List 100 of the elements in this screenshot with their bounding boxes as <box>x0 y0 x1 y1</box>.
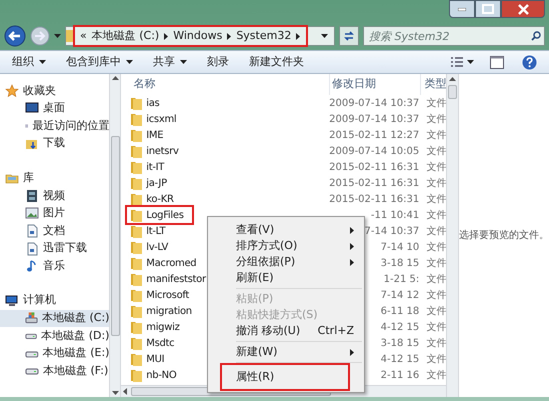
dropdown-icon <box>39 60 46 64</box>
navigation-item[interactable]: 音乐 <box>0 257 110 275</box>
chevron-icon[interactable] <box>227 32 232 40</box>
help-icon[interactable] <box>522 54 537 70</box>
menu-item[interactable]: 查看(V) <box>210 222 362 238</box>
minimize-button[interactable] <box>449 0 475 18</box>
close-button[interactable] <box>501 0 545 18</box>
file-type: 文件 <box>425 128 446 142</box>
file-item[interactable]: MUI <box>127 351 172 367</box>
breadcrumb[interactable]: 本地磁盘 (C:) <box>92 28 160 44</box>
menu-item[interactable]: 撤消 移动(U) Ctrl+Z <box>210 323 362 339</box>
menu-item[interactable]: 分组依据(P) <box>210 254 362 270</box>
file-type: 文件 <box>425 224 446 238</box>
navigation-item[interactable]: 桌面 <box>0 100 110 118</box>
navigation-item[interactable]: 本地磁盘 (D:) <box>0 327 110 345</box>
file-item[interactable]: inetsrv <box>127 143 187 159</box>
file-item[interactable]: migration <box>127 303 200 319</box>
overflow-chevron[interactable]: « <box>80 28 87 44</box>
file-item[interactable]: IME <box>127 127 172 143</box>
toolbar-button[interactable]: 共享 <box>153 54 187 70</box>
modified-date: 2009-07-14 10:37 <box>329 112 420 126</box>
file-item[interactable]: ko-KR <box>127 191 182 207</box>
toolbar-button[interactable]: 新建文件夹 <box>249 54 304 70</box>
file-item[interactable]: LogFiles <box>127 207 192 223</box>
submenu-arrow-icon <box>350 226 354 234</box>
folder-icon <box>131 160 142 174</box>
system-drive-icon <box>25 311 38 326</box>
modified-date: 1-21 5: <box>384 272 420 286</box>
navigation-item[interactable]: 最近访问的位置 <box>0 117 110 135</box>
navigation-item[interactable]: 本地磁盘 (C:) <box>0 310 110 328</box>
menu-item[interactable]: 属性(R) <box>222 365 348 389</box>
scroll-down-icon[interactable] <box>112 391 119 395</box>
search-icon[interactable] <box>531 31 541 41</box>
breadcrumb[interactable]: System32 <box>236 28 292 44</box>
navigation-item[interactable]: 收藏夹 <box>0 82 110 100</box>
toolbar-button[interactable]: 包含到库中 <box>66 54 133 70</box>
file-item[interactable]: lt-LT <box>127 223 174 239</box>
navigation-item[interactable]: 本地磁盘 (E:) <box>0 344 110 362</box>
refresh-button[interactable] <box>339 26 359 46</box>
column-header[interactable]: 名称 <box>121 74 330 95</box>
back-icon[interactable] <box>4 25 26 47</box>
file-item[interactable]: it-IT <box>127 159 172 175</box>
column-header[interactable]: 修改日期 <box>329 74 420 95</box>
chevron-icon[interactable] <box>296 32 300 40</box>
file-item[interactable]: ias <box>127 95 168 111</box>
folder-icon <box>131 256 142 270</box>
dropdown-icon[interactable] <box>321 34 328 38</box>
preview-pane-icon[interactable] <box>490 56 504 68</box>
folder-icon <box>131 304 142 318</box>
folder-icon <box>131 336 142 350</box>
file-item[interactable]: Msdtc <box>127 335 182 351</box>
scroll-up-icon[interactable] <box>112 76 119 80</box>
address-bar[interactable]: « 本地磁盘 (C:) Windows System32 <box>65 26 335 46</box>
folder-icon <box>131 288 142 302</box>
search-field[interactable]: 搜索 System32 <box>363 26 545 46</box>
navigation-item[interactable]: 计算机 <box>0 292 110 310</box>
menu-item[interactable]: 新建(W) <box>210 344 362 360</box>
file-item[interactable]: ja-JP <box>127 175 175 191</box>
submenu-arrow-icon <box>350 258 354 266</box>
folder-icon <box>131 192 142 206</box>
navigation-item[interactable]: 本地磁盘 (F:) <box>0 362 110 380</box>
file-item[interactable]: migwiz <box>127 319 188 335</box>
navigation-item[interactable]: 库 <box>0 169 110 187</box>
document-icon <box>25 242 39 256</box>
file-type: 文件 <box>425 144 446 158</box>
preview-message: 选择要预览的文件。 <box>459 228 549 243</box>
navigation-item[interactable]: 下载 <box>0 134 110 152</box>
navigation-item[interactable]: 迅雷下载 <box>0 240 110 258</box>
file-item[interactable]: nb-NO <box>127 367 184 383</box>
file-type: 文件 <box>425 256 446 270</box>
navigation-item[interactable]: 视频 <box>0 186 110 205</box>
submenu-arrow-icon <box>350 242 354 250</box>
folder-icon <box>131 128 142 142</box>
scroll-thumb[interactable] <box>110 136 120 336</box>
file-item[interactable]: lv-LV <box>127 239 176 255</box>
minimize-icon <box>458 8 466 10</box>
toolbar-button[interactable]: 刻录 <box>207 54 229 70</box>
modified-date: 2015-02-11 16:31 <box>329 160 420 174</box>
file-type: 文件 <box>425 96 446 110</box>
document-icon <box>25 224 39 238</box>
file-item[interactable]: icsxml <box>127 111 184 127</box>
navigation-item[interactable]: 图片 <box>0 204 110 222</box>
scroll-up-icon[interactable] <box>449 77 456 81</box>
menu-item[interactable]: 排序方式(O) <box>210 238 362 254</box>
modified-date: 2015-02-11 16:31 <box>329 192 420 206</box>
file-item[interactable]: Macromed <box>127 255 204 271</box>
file-type: 文件 <box>425 240 446 254</box>
menu-item: 粘贴快捷方式(S) <box>235 307 319 323</box>
navigation-item[interactable]: 文档 <box>0 222 110 240</box>
file-item[interactable]: Microsoft <box>127 287 198 303</box>
scroll-thumb[interactable] <box>448 85 458 99</box>
folder-icon <box>131 96 142 110</box>
file-type: 文件 <box>425 304 446 318</box>
toolbar-button[interactable]: 组织 <box>12 54 46 70</box>
chevron-icon[interactable] <box>164 32 168 40</box>
dropdown-icon <box>126 60 133 64</box>
view-options-button[interactable] <box>451 57 474 67</box>
modified-date: -11 10:41 <box>370 208 420 222</box>
breadcrumb[interactable]: Windows <box>173 28 222 44</box>
maximize-button[interactable] <box>475 0 501 18</box>
